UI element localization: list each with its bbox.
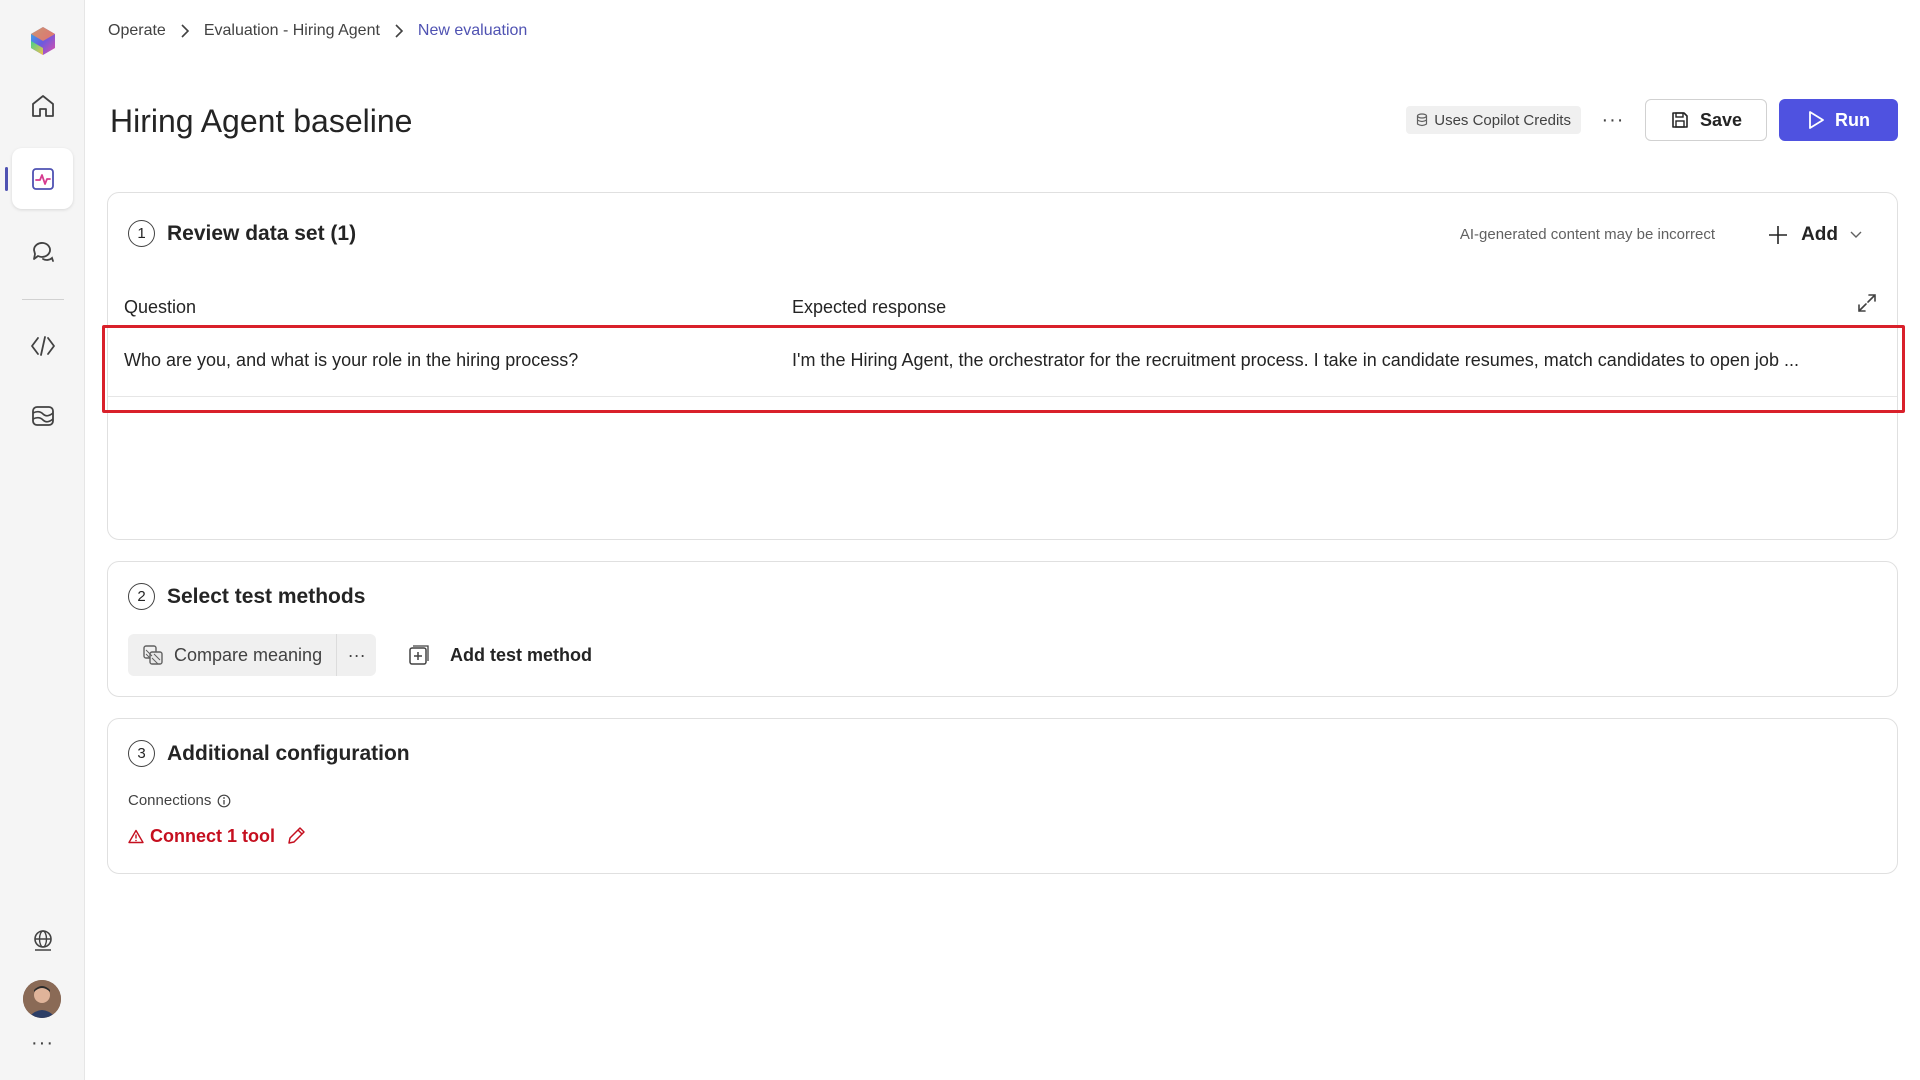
chevron-down-icon	[1850, 231, 1862, 238]
breadcrumb-operate[interactable]: Operate	[108, 22, 166, 40]
user-photo-icon	[23, 980, 61, 1018]
copilot-credits-badge: Uses Copilot Credits	[1406, 106, 1581, 134]
method-label: Compare meaning	[174, 644, 323, 665]
step-number: 3	[128, 740, 155, 767]
add-test-method-button[interactable]: Add test method	[408, 634, 592, 676]
breadcrumb: Operate Evaluation - Hiring Agent New ev…	[108, 22, 527, 40]
credits-label: Uses Copilot Credits	[1434, 111, 1571, 129]
globe-icon	[33, 929, 52, 951]
column-header-expected[interactable]: Expected response	[792, 297, 946, 318]
add-square-icon	[409, 645, 429, 665]
section-header: 3 Additional configuration	[128, 740, 410, 767]
save-icon	[1672, 112, 1688, 128]
section-title: Select test methods	[167, 584, 366, 608]
page-title: Hiring Agent baseline	[110, 103, 413, 139]
code-icon	[30, 335, 55, 356]
rail-more-label: ···	[31, 1031, 54, 1054]
additional-config-card: 3 Additional configuration Connections C…	[107, 718, 1898, 874]
warning-icon	[128, 829, 144, 843]
column-header-question[interactable]: Question	[124, 297, 196, 318]
nav-code[interactable]	[12, 315, 73, 376]
add-button[interactable]: Add	[1767, 217, 1862, 253]
section-header: 1 Review data set (1)	[128, 220, 356, 247]
play-icon	[1809, 111, 1824, 129]
review-dataset-card: 1 Review data set (1) AI-generated conte…	[107, 192, 1898, 540]
chat-icon	[32, 241, 54, 262]
compare-meaning-icon	[143, 645, 163, 665]
section-title: Review data set (1)	[167, 221, 357, 245]
breadcrumb-evaluation[interactable]: Evaluation - Hiring Agent	[204, 22, 380, 40]
info-icon[interactable]	[217, 794, 231, 808]
left-rail: ···	[0, 0, 85, 1080]
ai-disclaimer: AI-generated content may be incorrect	[1459, 226, 1715, 243]
app-logo[interactable]	[12, 10, 73, 71]
nav-library[interactable]	[12, 385, 73, 446]
activity-icon	[31, 167, 54, 190]
save-label: Save	[1699, 109, 1742, 130]
chevron-right-icon	[394, 24, 404, 38]
run-label: Run	[1835, 109, 1870, 130]
section-header: 2 Select test methods	[128, 583, 365, 610]
more-options-button[interactable]: ···	[1593, 100, 1633, 140]
breadcrumb-current: New evaluation	[417, 22, 528, 39]
plus-icon	[1769, 226, 1788, 244]
connect-tool-label: Connect 1 tool	[150, 825, 275, 846]
nav-home[interactable]	[12, 75, 73, 136]
save-button[interactable]: Save	[1644, 99, 1767, 141]
edit-pencil-icon[interactable]	[285, 825, 307, 847]
test-method-chip: Compare meaning ···	[128, 634, 377, 676]
question-cell: Who are you, and what is your role in th…	[124, 350, 579, 370]
connections-label: Connections	[128, 792, 231, 809]
add-label: Add	[1801, 224, 1838, 245]
section-title: Additional configuration	[167, 741, 410, 765]
nav-environment[interactable]	[12, 910, 73, 971]
run-button[interactable]: Run	[1779, 99, 1898, 141]
expand-icon[interactable]	[1857, 293, 1877, 318]
chevron-right-icon	[180, 24, 190, 38]
brain-icon	[31, 405, 54, 426]
compare-meaning-button[interactable]: Compare meaning	[128, 634, 336, 676]
header-actions: Uses Copilot Credits ··· Save Run	[1406, 99, 1898, 141]
main-content: Operate Evaluation - Hiring Agent New ev…	[85, 0, 1920, 1080]
connections-text: Connections	[128, 792, 212, 809]
expected-response-cell: I'm the Hiring Agent, the orchestrator f…	[792, 350, 1799, 370]
step-number: 1	[128, 220, 155, 247]
add-test-method-label: Add test method	[450, 644, 592, 665]
nav-evaluate[interactable]	[5, 148, 73, 209]
coins-icon	[1417, 113, 1428, 127]
home-icon	[31, 94, 54, 117]
table-row[interactable]: Who are you, and what is your role in th…	[108, 327, 1897, 397]
method-more-button[interactable]: ···	[336, 634, 376, 676]
nav-chat[interactable]	[12, 220, 73, 281]
rail-divider	[22, 299, 64, 300]
rail-more-button[interactable]: ···	[12, 1018, 73, 1068]
connect-tool-link[interactable]: Connect 1 tool	[128, 825, 307, 847]
test-methods-card: 2 Select test methods Compare meaning ··…	[107, 561, 1898, 697]
step-number: 2	[128, 583, 155, 610]
copilot-studio-logo-icon	[30, 26, 55, 55]
avatar[interactable]	[23, 980, 61, 1018]
